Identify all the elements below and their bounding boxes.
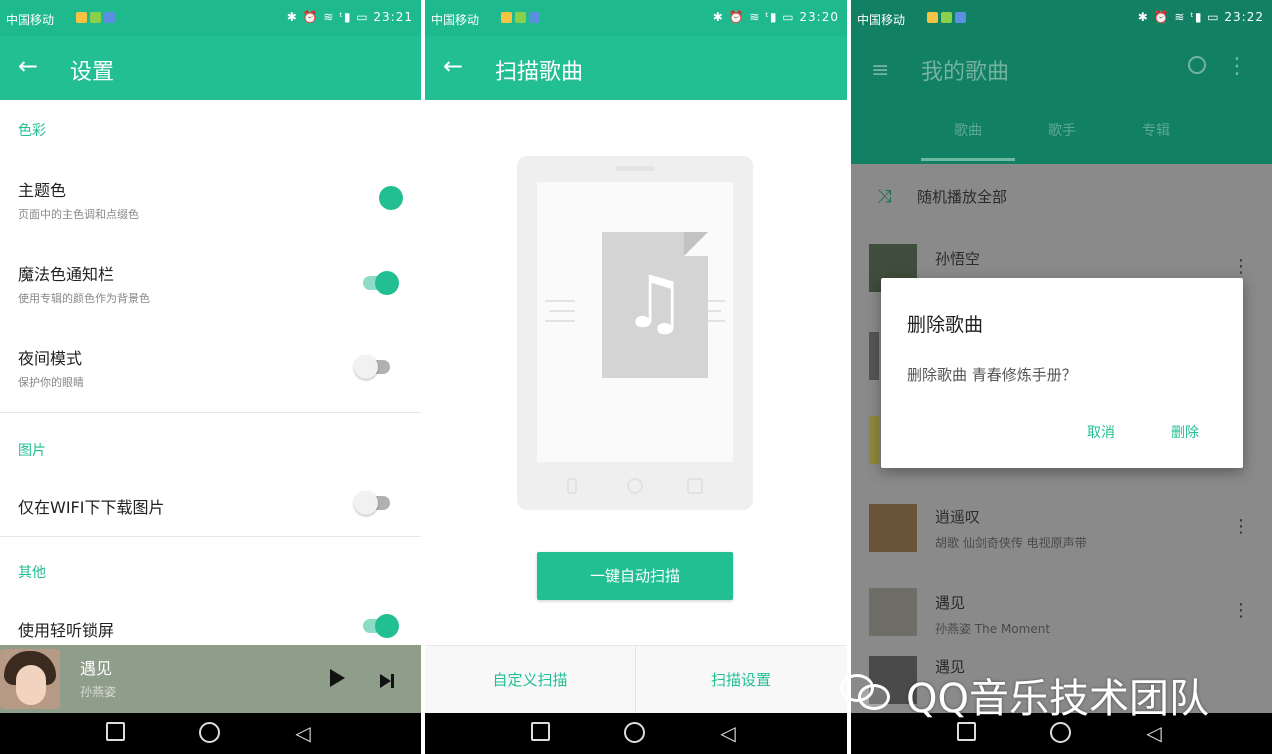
song-more-icon[interactable]: ⋮: [1232, 256, 1250, 277]
song-title: 逍遥叹: [935, 508, 981, 526]
now-playing-title: 遇见: [80, 659, 113, 678]
home-icon[interactable]: [198, 722, 220, 744]
carrier-label: 中国移动: [6, 13, 55, 27]
theme-color-swatch[interactable]: [379, 186, 403, 210]
notification-icons: [76, 12, 118, 26]
setting-subtitle: 保护你的眼睛: [18, 376, 84, 389]
setting-title: 魔法色通知栏: [18, 265, 115, 284]
music-file-icon: ♫: [602, 232, 708, 378]
system-nav-bar: ◁: [425, 713, 847, 754]
nav-back-icon[interactable]: ◁: [292, 722, 314, 744]
song-more-icon[interactable]: ⋮: [1232, 600, 1250, 621]
delete-button[interactable]: 删除: [1171, 422, 1199, 442]
play-icon[interactable]: [330, 669, 345, 687]
auto-scan-button[interactable]: 一键自动扫描: [537, 552, 733, 600]
carrier-label: 中国移动: [857, 13, 906, 27]
recent-apps-icon[interactable]: [104, 722, 126, 744]
tab-artists[interactable]: 歌手: [1015, 120, 1109, 140]
clock: 23:21: [373, 10, 413, 24]
recent-apps-icon[interactable]: [529, 722, 551, 744]
album-cover: [869, 504, 917, 552]
song-subtitle: 孙燕姿 The Moment: [935, 622, 1051, 636]
app-bar: ← 扫描歌曲: [425, 36, 847, 100]
carrier-label: 中国移动: [431, 13, 480, 27]
album-art: [0, 649, 60, 709]
notification-icons: [501, 12, 543, 26]
notification-icons: [927, 12, 969, 26]
wifi-images-toggle[interactable]: [354, 491, 390, 515]
album-cover: [869, 588, 917, 636]
nav-back-icon[interactable]: ◁: [717, 722, 739, 744]
panel-separator: [421, 0, 425, 754]
magic-statusbar-toggle[interactable]: [363, 271, 399, 295]
tab-songs[interactable]: 歌曲: [921, 120, 1015, 140]
setting-subtitle: 使用专辑的颜色作为背景色: [18, 292, 150, 305]
recent-apps-icon[interactable]: [955, 722, 977, 744]
custom-scan-button[interactable]: 自定义扫描: [425, 646, 635, 714]
app-bar: ← 设置: [0, 36, 421, 100]
phone-scan-illustration: ♫: [517, 156, 753, 510]
status-bar: 中国移动 ✱ ⏰ ≋ ᵗ▮ ▭ 23:20: [425, 0, 847, 36]
search-icon[interactable]: [1188, 56, 1206, 74]
shuffle-all-label: 随机播放全部: [917, 188, 1008, 206]
song-more-icon[interactable]: ⋮: [1232, 516, 1250, 537]
wechat-logo-icon: [838, 670, 894, 710]
album-cover: [869, 416, 879, 464]
next-track-icon[interactable]: [380, 670, 394, 689]
setting-title: 使用轻听锁屏: [18, 621, 115, 640]
my-songs-screen: 中国移动 ✱ ⏰ ≋ ᵗ▮ ▭ 23:22 ≡ 我的歌曲 ⋮ 歌曲 歌手 专辑 …: [851, 0, 1272, 754]
clock: 23:22: [1224, 10, 1264, 24]
status-icons: ✱ ⏰ ≋ ᵗ▮ ▭: [286, 10, 369, 24]
album-cover: [869, 332, 879, 380]
cancel-button[interactable]: 取消: [1087, 422, 1115, 442]
back-arrow-icon[interactable]: ←: [18, 52, 38, 80]
page-title: 扫描歌曲: [495, 60, 584, 85]
more-icon[interactable]: ⋮: [1226, 54, 1248, 79]
section-title-image: 图片: [18, 443, 46, 459]
status-icons: ✱ ⏰ ≋ ᵗ▮ ▭: [1137, 10, 1220, 24]
watermark: QQ音乐技术团队: [838, 664, 1272, 722]
watermark-text: QQ音乐技术团队: [906, 676, 1209, 722]
mini-player[interactable]: 遇见 孙燕姿: [0, 645, 421, 713]
page-title: 我的歌曲: [921, 60, 1010, 85]
lockscreen-toggle[interactable]: [363, 614, 399, 638]
tab-albums[interactable]: 专辑: [1109, 120, 1203, 140]
song-title: 孙悟空: [935, 250, 981, 268]
now-playing-artist: 孙燕姿: [80, 685, 117, 699]
divider: [0, 412, 421, 413]
setting-subtitle: 页面中的主色调和点缀色: [18, 208, 139, 221]
back-arrow-icon[interactable]: ←: [443, 52, 463, 80]
setting-title: 夜间模式: [18, 349, 83, 368]
scan-options-bar: 自定义扫描 扫描设置: [425, 645, 847, 714]
home-icon[interactable]: [623, 722, 645, 744]
nav-back-icon[interactable]: ◁: [1143, 722, 1165, 744]
scan-settings-button[interactable]: 扫描设置: [636, 646, 846, 714]
night-mode-toggle[interactable]: [354, 355, 390, 379]
setting-title: 主题色: [18, 181, 67, 200]
home-icon[interactable]: [1049, 722, 1071, 744]
settings-screen: 中国移动 ✱ ⏰ ≋ ᵗ▮ ▭ 23:21 ← 设置 色彩 主题色 页面中的主色…: [0, 0, 421, 754]
menu-icon[interactable]: ≡: [871, 58, 889, 83]
song-title: 遇见: [935, 594, 966, 612]
divider: [0, 536, 421, 537]
dialog-title: 删除歌曲: [907, 314, 984, 336]
status-bar: 中国移动 ✱ ⏰ ≋ ᵗ▮ ▭ 23:21: [0, 0, 421, 36]
system-nav-bar: ◁: [0, 713, 421, 754]
status-icons: ✱ ⏰ ≋ ᵗ▮ ▭: [712, 10, 795, 24]
section-title-color: 色彩: [18, 123, 46, 139]
shuffle-icon: ⤨: [877, 186, 892, 207]
song-subtitle: 胡歌 仙剑奇侠传 电视原声带: [935, 536, 1087, 550]
scan-screen: 中国移动 ✱ ⏰ ≋ ᵗ▮ ▭ 23:20 ← 扫描歌曲 ♫ 一键自动扫描 自定…: [425, 0, 847, 754]
setting-title: 仅在WIFI下下载图片: [18, 498, 165, 517]
app-bar: ≡ 我的歌曲 ⋮ 歌曲 歌手 专辑: [851, 36, 1272, 164]
status-bar: 中国移动 ✱ ⏰ ≋ ᵗ▮ ▭ 23:22: [851, 0, 1272, 36]
panel-separator: [847, 0, 851, 754]
dialog-message: 删除歌曲 青春修炼手册？: [907, 366, 1077, 384]
delete-song-dialog: 删除歌曲 删除歌曲 青春修炼手册？ 取消 删除: [881, 278, 1243, 468]
section-title-other: 其他: [18, 565, 46, 581]
clock: 23:20: [799, 10, 839, 24]
page-title: 设置: [70, 60, 115, 85]
tab-indicator: [921, 158, 1015, 161]
